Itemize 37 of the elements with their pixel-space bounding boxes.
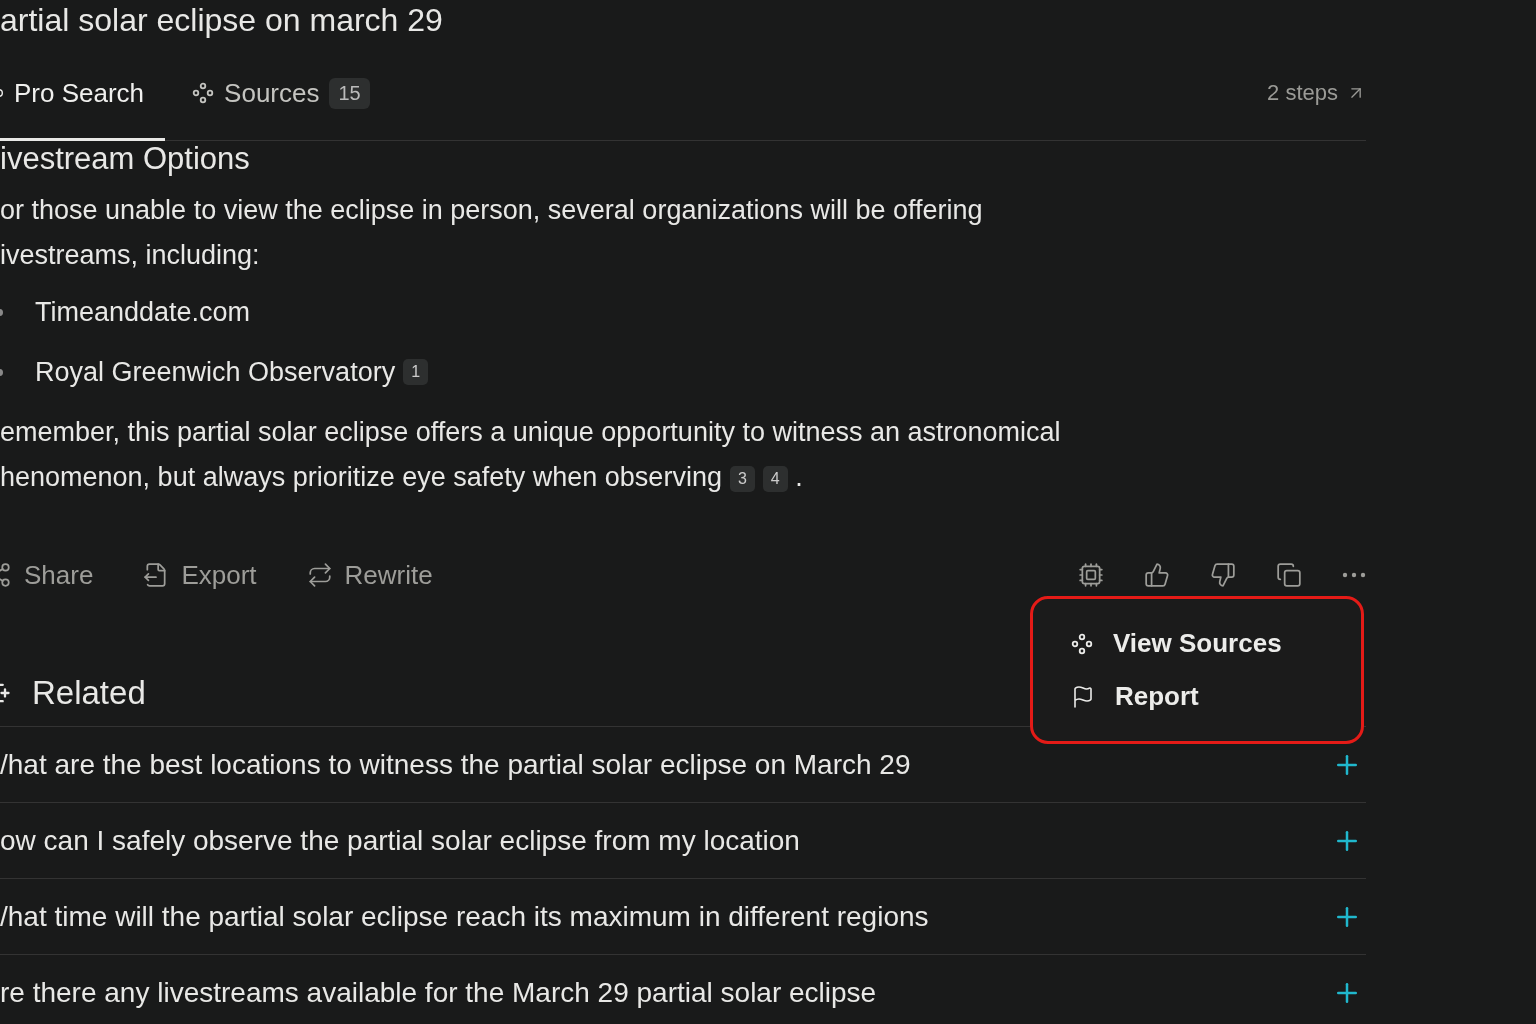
thumbs-up-button[interactable] (1144, 562, 1170, 588)
related-question[interactable]: /hat time will the partial solar eclipse reach its maximum in different regions (0, 900, 929, 933)
page-title: artial solar eclipse on march 29 (0, 1, 444, 40)
copy-icon (1276, 562, 1302, 588)
thumbs-down-icon (1210, 562, 1236, 588)
action-button[interactable]: Export (143, 559, 257, 591)
paragraph: emember, this partial solar eclipse offers a unique opportunity to witness an astronomical henomenon, but always prioritize eye safety when observing 3 4 . (0, 416, 1062, 494)
menu-item[interactable]: View Sources (1071, 628, 1361, 659)
chip-button[interactable] (1078, 562, 1104, 588)
period: . (794, 462, 803, 492)
thumbs-up-icon (1144, 562, 1170, 588)
related-question[interactable]: /hat are the best locations to witness the partial solar eclipse on March 29 (0, 748, 911, 781)
tab[interactable]: Sources 15 (192, 72, 370, 114)
related-question[interactable]: ow can I safely observe the partial solar eclipse from my location (0, 824, 800, 857)
citation-badge[interactable]: 4 (762, 465, 788, 492)
list-item-text: Royal Greenwich Observatory (35, 356, 396, 388)
action-button[interactable]: Share (0, 559, 94, 591)
dots-icon (1071, 632, 1093, 655)
dots-icon (192, 82, 215, 104)
section-heading: ivestream Options (0, 144, 250, 174)
paragraph: or those unable to view the eclipse in person, several organizations will be offering ivestreams, including: (0, 194, 984, 272)
tab[interactable]: Pro Search (0, 72, 145, 114)
flag-icon (1071, 684, 1095, 709)
menu-item[interactable]: Report (1071, 681, 1361, 712)
steps-link[interactable]: 2 steps (1267, 80, 1366, 106)
action-button[interactable]: Rewrite (306, 559, 433, 591)
count-badge: 15 (329, 77, 370, 109)
more-icon (1342, 572, 1366, 578)
related-question[interactable]: re there any livestreams available for the March 29 partial solar eclipse (0, 976, 877, 1009)
list-item-text: Timeanddate.com (35, 296, 251, 328)
citation-badge[interactable]: 3 (729, 465, 755, 492)
thumbs-down-button[interactable] (1210, 562, 1236, 588)
related-heading: Related (32, 674, 146, 712)
repeat-icon (306, 562, 333, 588)
citation-badge[interactable]: 1 (403, 359, 429, 385)
copy-button[interactable] (1276, 562, 1302, 588)
chip-icon (1078, 562, 1104, 588)
